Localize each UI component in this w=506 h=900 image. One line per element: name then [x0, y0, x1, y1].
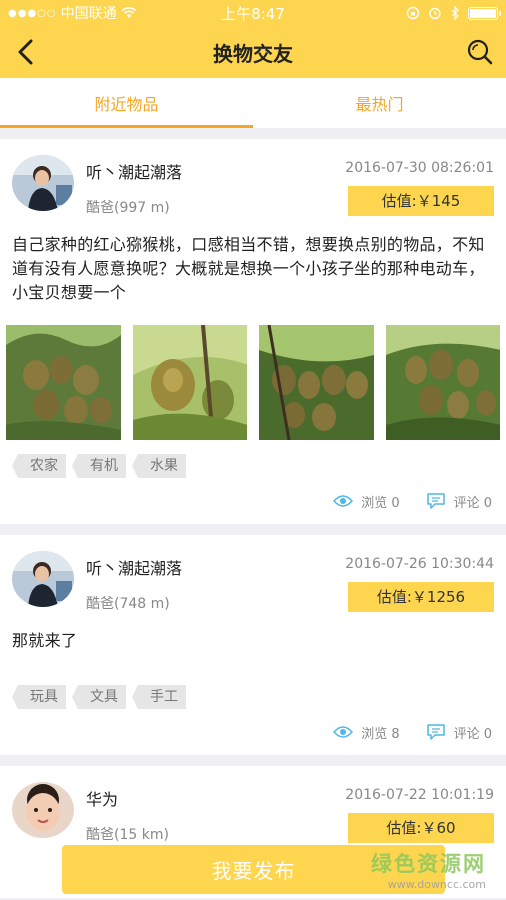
comments-count: 评论 0: [453, 495, 492, 511]
location: 酷爸(748 m): [86, 596, 170, 612]
post-header: 华为 酷爸(15 km) 2016-07-22 10:01:19 估值:￥60: [12, 782, 494, 843]
tab-most-popular[interactable]: 最热门: [253, 78, 506, 128]
post-photo[interactable]: [259, 325, 374, 440]
tag[interactable]: 水果: [132, 454, 186, 478]
tag-list: 农家 有机 水果: [12, 454, 494, 478]
tab-nearby-items[interactable]: 附近物品: [0, 78, 253, 128]
tag[interactable]: 农家: [12, 454, 66, 478]
post-description: 自己家种的红心猕猴桃，口感相当不错，想要换点别的物品，不知道有没有人愿意换呢？大…: [12, 235, 485, 302]
avatar[interactable]: [12, 155, 74, 211]
tag-list: 玩具 文具 手工: [12, 685, 494, 709]
post-actions: 浏览 0 评论 0: [12, 478, 494, 524]
post-photo[interactable]: [6, 325, 121, 440]
views-stat[interactable]: 浏览 8: [333, 723, 400, 742]
search-icon: [467, 39, 493, 65]
search-button[interactable]: [462, 34, 498, 70]
views-stat[interactable]: 浏览 0: [333, 492, 400, 511]
signal-icon: ●●●○○: [8, 7, 57, 19]
bluetooth-icon: [451, 6, 459, 20]
avatar[interactable]: [12, 782, 74, 838]
comments-stat[interactable]: 评论 0: [426, 723, 492, 742]
tab-bar: 附近物品 最热门: [0, 78, 506, 128]
user-info: 听丶潮起潮落 酷爸(997 m): [86, 155, 345, 216]
eye-icon: [333, 495, 354, 507]
post-card[interactable]: 听丶潮起潮落 酷爸(748 m) 2016-07-26 10:30:44 估值:…: [0, 535, 506, 755]
alarm-icon: [429, 7, 441, 20]
timestamp: 2016-07-26 10:30:44: [345, 556, 494, 572]
tag[interactable]: 有机: [72, 454, 126, 478]
avatar[interactable]: [12, 551, 74, 607]
user-info: 华为 酷爸(15 km): [86, 782, 345, 843]
tag[interactable]: 玩具: [12, 685, 66, 709]
tag[interactable]: 手工: [132, 685, 186, 709]
username[interactable]: 听丶潮起潮落: [86, 555, 345, 579]
comment-icon: [426, 724, 445, 740]
status-left: ●●●○○ 中国联通: [8, 3, 406, 23]
post-meta: 2016-07-26 10:30:44 估值:￥1256: [345, 551, 494, 612]
post-feed[interactable]: 听丶潮起潮落 酷爸(997 m) 2016-07-30 08:26:01 估值:…: [0, 128, 506, 900]
chevron-left-icon: [18, 39, 33, 65]
post-actions: 浏览 8 评论 0: [12, 709, 494, 755]
tag[interactable]: 文具: [72, 685, 126, 709]
eye-icon: [333, 726, 354, 738]
post-header: 听丶潮起潮落 酷爸(997 m) 2016-07-30 08:26:01 估值:…: [12, 155, 494, 216]
rotation-lock-icon: [406, 6, 420, 20]
price-badge: 估值:￥145: [348, 186, 494, 216]
views-count: 浏览 8: [361, 726, 400, 742]
back-button[interactable]: [8, 34, 44, 70]
post-meta: 2016-07-30 08:26:01 估值:￥145: [345, 155, 494, 216]
publish-button[interactable]: 我要发布: [62, 845, 445, 894]
post-photo[interactable]: [385, 325, 500, 440]
comments-count: 评论 0: [453, 726, 492, 742]
post-header: 听丶潮起潮落 酷爸(748 m) 2016-07-26 10:30:44 估值:…: [12, 551, 494, 612]
comments-stat[interactable]: 评论 0: [426, 492, 492, 511]
user-info: 听丶潮起潮落 酷爸(748 m): [86, 551, 345, 612]
nav-bar: 换物交友: [0, 26, 506, 78]
username[interactable]: 听丶潮起潮落: [86, 159, 345, 183]
status-right: [406, 6, 501, 20]
comment-icon: [426, 493, 445, 509]
carrier-name: 中国联通: [60, 6, 117, 22]
views-count: 浏览 0: [361, 495, 400, 511]
price-badge: 估值:￥60: [348, 813, 494, 843]
wifi-icon: [121, 7, 137, 18]
post-card[interactable]: 听丶潮起潮落 酷爸(997 m) 2016-07-30 08:26:01 估值:…: [0, 139, 506, 524]
location: 酷爸(997 m): [86, 200, 170, 216]
battery-icon: [468, 6, 501, 20]
timestamp: 2016-07-22 10:01:19: [345, 787, 494, 803]
price-badge: 估值:￥1256: [348, 582, 494, 612]
post-photo[interactable]: [132, 325, 247, 440]
photo-grid: [6, 325, 500, 440]
post-meta: 2016-07-22 10:01:19 估值:￥60: [345, 782, 494, 843]
timestamp: 2016-07-30 08:26:01: [345, 160, 494, 176]
status-bar: ●●●○○ 中国联通 上午8:47: [0, 0, 506, 26]
username[interactable]: 华为: [86, 786, 345, 810]
post-description: 那就来了: [12, 631, 78, 650]
page-title: 换物交友: [213, 41, 293, 66]
location: 酷爸(15 km): [86, 827, 169, 843]
